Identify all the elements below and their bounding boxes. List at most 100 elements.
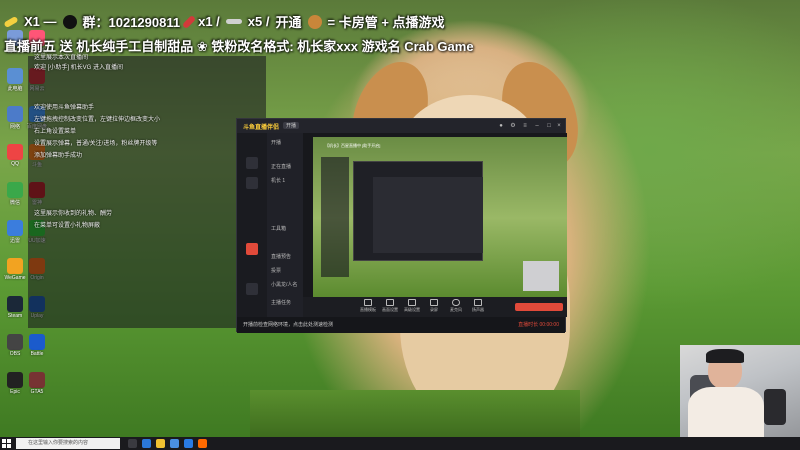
stream-preview[interactable]: 【机长】百星直播中 [助手开启] bbox=[313, 137, 567, 299]
status-bar: 开播前检查网络环境，点击此处测速检测 直播时长 00:00:00 bbox=[237, 317, 565, 333]
app-icon bbox=[7, 296, 23, 312]
desktop-icon-label: Steam bbox=[7, 313, 23, 319]
desktop-icon[interactable]: QQ bbox=[4, 144, 26, 170]
rocket-count: x1 / bbox=[198, 14, 220, 29]
chat-line: 添加弹幕助手成功 bbox=[34, 153, 83, 159]
desktop-icon[interactable]: Steam bbox=[4, 296, 26, 322]
desktop-icon[interactable]: 迅雷 bbox=[4, 220, 26, 246]
template-button[interactable]: 直播模板 bbox=[357, 299, 379, 313]
stream-overlay: X1 — 群：1021290811 x1 / x5 / 开通 = 卡房管 + 点… bbox=[0, 0, 520, 60]
folder-icon[interactable] bbox=[156, 439, 165, 448]
nav-item[interactable]: 小黑龙/人名 bbox=[271, 281, 297, 288]
chat-line: 左键拖拽控制改变位置，左键拉伸边框改变大小 bbox=[34, 117, 161, 123]
nested-icons-column bbox=[321, 157, 349, 277]
app-icon bbox=[7, 372, 23, 388]
chat-line: 右上角设置菜单 bbox=[34, 129, 77, 135]
store-icon[interactable] bbox=[170, 439, 179, 448]
desktop-icon-label: 迅雷 bbox=[9, 238, 20, 244]
app-logo: 斗鱼直播伴侣 bbox=[243, 125, 280, 131]
nav-item[interactable]: 投票 bbox=[271, 267, 281, 274]
open-reward: = 卡房管 + 点播游戏 bbox=[327, 15, 445, 30]
app-nav: 开播 正在直播 机长 1 工具箱 直播预告 投票 小黑龙/人名 主播任务 bbox=[267, 133, 303, 317]
task-view-icon[interactable] bbox=[128, 439, 137, 448]
desktop-icon-label: 此电脑 bbox=[7, 86, 23, 92]
nested-preview bbox=[373, 177, 483, 253]
avatar[interactable]: ● bbox=[497, 122, 505, 130]
webcam-feed bbox=[680, 345, 800, 450]
rocket-icon bbox=[182, 14, 197, 29]
screen-settings-button[interactable]: 画面设置 bbox=[379, 299, 401, 313]
maximize-icon[interactable]: □ bbox=[545, 122, 553, 130]
live-badge[interactable]: 开播 bbox=[283, 122, 300, 129]
nav-item[interactable]: 工具箱 bbox=[271, 225, 286, 232]
minimize-icon[interactable]: – bbox=[533, 122, 541, 130]
desktop-icon-label: OBS bbox=[9, 351, 21, 357]
badge-shield-icon bbox=[307, 14, 322, 29]
settings-icon[interactable]: ⚙ bbox=[509, 122, 517, 130]
app-icon bbox=[7, 220, 23, 236]
desktop-icon[interactable]: WeGame bbox=[4, 258, 26, 284]
chat-line: 欢迎使用斗鱼弹幕助手 bbox=[34, 105, 95, 111]
chat-line: 欢迎 [小助手] 机长VG 进入直播间 bbox=[34, 65, 124, 71]
plane-count: x5 / bbox=[247, 14, 270, 29]
preview-title: 【机长】百星直播中 [助手开启] bbox=[325, 143, 381, 148]
app-icon bbox=[7, 144, 23, 160]
plane-icon bbox=[225, 19, 242, 24]
windows-taskbar: 在这里输入你要搜索的内容 bbox=[0, 437, 800, 450]
nav-item[interactable]: 机长 1 bbox=[271, 177, 285, 184]
douyu-icon[interactable] bbox=[198, 439, 207, 448]
desktop-icon[interactable]: Epic bbox=[4, 372, 26, 398]
windows-start-icon[interactable] bbox=[2, 439, 12, 448]
desktop-icon-label: 微信 bbox=[9, 200, 20, 206]
live-duration: 直播时长 00:00:00 bbox=[518, 322, 559, 328]
window-titlebar[interactable]: 斗鱼直播伴侣 开播 ● ⚙ ≡ – □ × bbox=[237, 119, 565, 133]
taskbar-search-input[interactable]: 在这里输入你要搜索的内容 bbox=[16, 438, 120, 449]
tool-icon[interactable] bbox=[246, 283, 258, 295]
app-main: 【机长】百星直播中 [助手开启] bbox=[303, 133, 567, 317]
desktop-icon[interactable]: 微信 bbox=[4, 182, 26, 208]
nav-item[interactable]: 主播任务 bbox=[271, 299, 291, 306]
app-icon bbox=[7, 182, 23, 198]
overlay-prefix: X1 — bbox=[24, 14, 57, 29]
scene-icon[interactable] bbox=[246, 157, 258, 169]
microphone bbox=[764, 389, 786, 425]
start-live-button[interactable] bbox=[515, 303, 563, 311]
desktop-icon[interactable]: GTA5 bbox=[26, 372, 48, 398]
app-icon bbox=[7, 334, 23, 350]
app-icon bbox=[29, 372, 45, 388]
browser-icon[interactable] bbox=[184, 439, 193, 448]
streaming-app-window[interactable]: 斗鱼直播伴侣 开播 ● ⚙ ≡ – □ × 开播 正在直播 机长 1 工具箱 直… bbox=[236, 118, 567, 333]
desktop-icon-label: WeGame bbox=[4, 275, 26, 281]
nav-item[interactable]: 直播预告 bbox=[271, 253, 291, 260]
record-button[interactable]: 录屏 bbox=[423, 299, 445, 313]
desktop-icon[interactable]: 此电脑 bbox=[4, 68, 26, 94]
open-label: 开通 bbox=[275, 15, 302, 30]
qq-penguin-icon bbox=[62, 14, 77, 29]
danmu-assistant-panel[interactable]: 这里展示本次直播间 欢迎 [小助手] 机长VG 进入直播间 欢迎使用斗鱼弹幕助手… bbox=[28, 55, 266, 328]
close-icon[interactable]: × bbox=[555, 122, 563, 130]
desktop-icon-label: GTA5 bbox=[30, 389, 44, 395]
desktop-icon[interactable]: Battle bbox=[26, 334, 48, 360]
app-icon bbox=[7, 68, 23, 84]
microphone-button[interactable]: 麦克风 bbox=[445, 299, 467, 313]
nested-webcam bbox=[523, 261, 559, 291]
status-text[interactable]: 开播前检查网络环境，点击此处测速检测 bbox=[243, 321, 333, 328]
nav-item[interactable]: 开播 bbox=[271, 139, 281, 146]
qq-group-label: 群：1021290811 bbox=[82, 15, 181, 30]
advanced-settings-button[interactable]: 高级设置 bbox=[401, 299, 423, 313]
overlay-line-1: X1 — 群：1021290811 x1 / x5 / 开通 = 卡房管 + 点… bbox=[3, 12, 445, 31]
app-icon bbox=[7, 258, 23, 274]
desktop-icon[interactable]: 网络 bbox=[4, 106, 26, 132]
source-icon[interactable] bbox=[246, 177, 258, 189]
menu-icon[interactable]: ≡ bbox=[521, 122, 529, 130]
desktop-icon-label: Battle bbox=[30, 351, 44, 357]
live-icon[interactable] bbox=[246, 243, 258, 255]
desktop-icon[interactable]: OBS bbox=[4, 334, 26, 360]
edge-icon[interactable] bbox=[142, 439, 151, 448]
app-sidebar bbox=[237, 133, 267, 317]
chat-line: 这里展示你收到的礼物、酬劳 bbox=[34, 211, 113, 217]
speaker-button[interactable]: 扬声器 bbox=[467, 299, 489, 313]
nav-item[interactable]: 正在直播 bbox=[271, 163, 291, 170]
app-icon bbox=[29, 334, 45, 350]
desktop-icon-label: Epic bbox=[10, 389, 20, 395]
